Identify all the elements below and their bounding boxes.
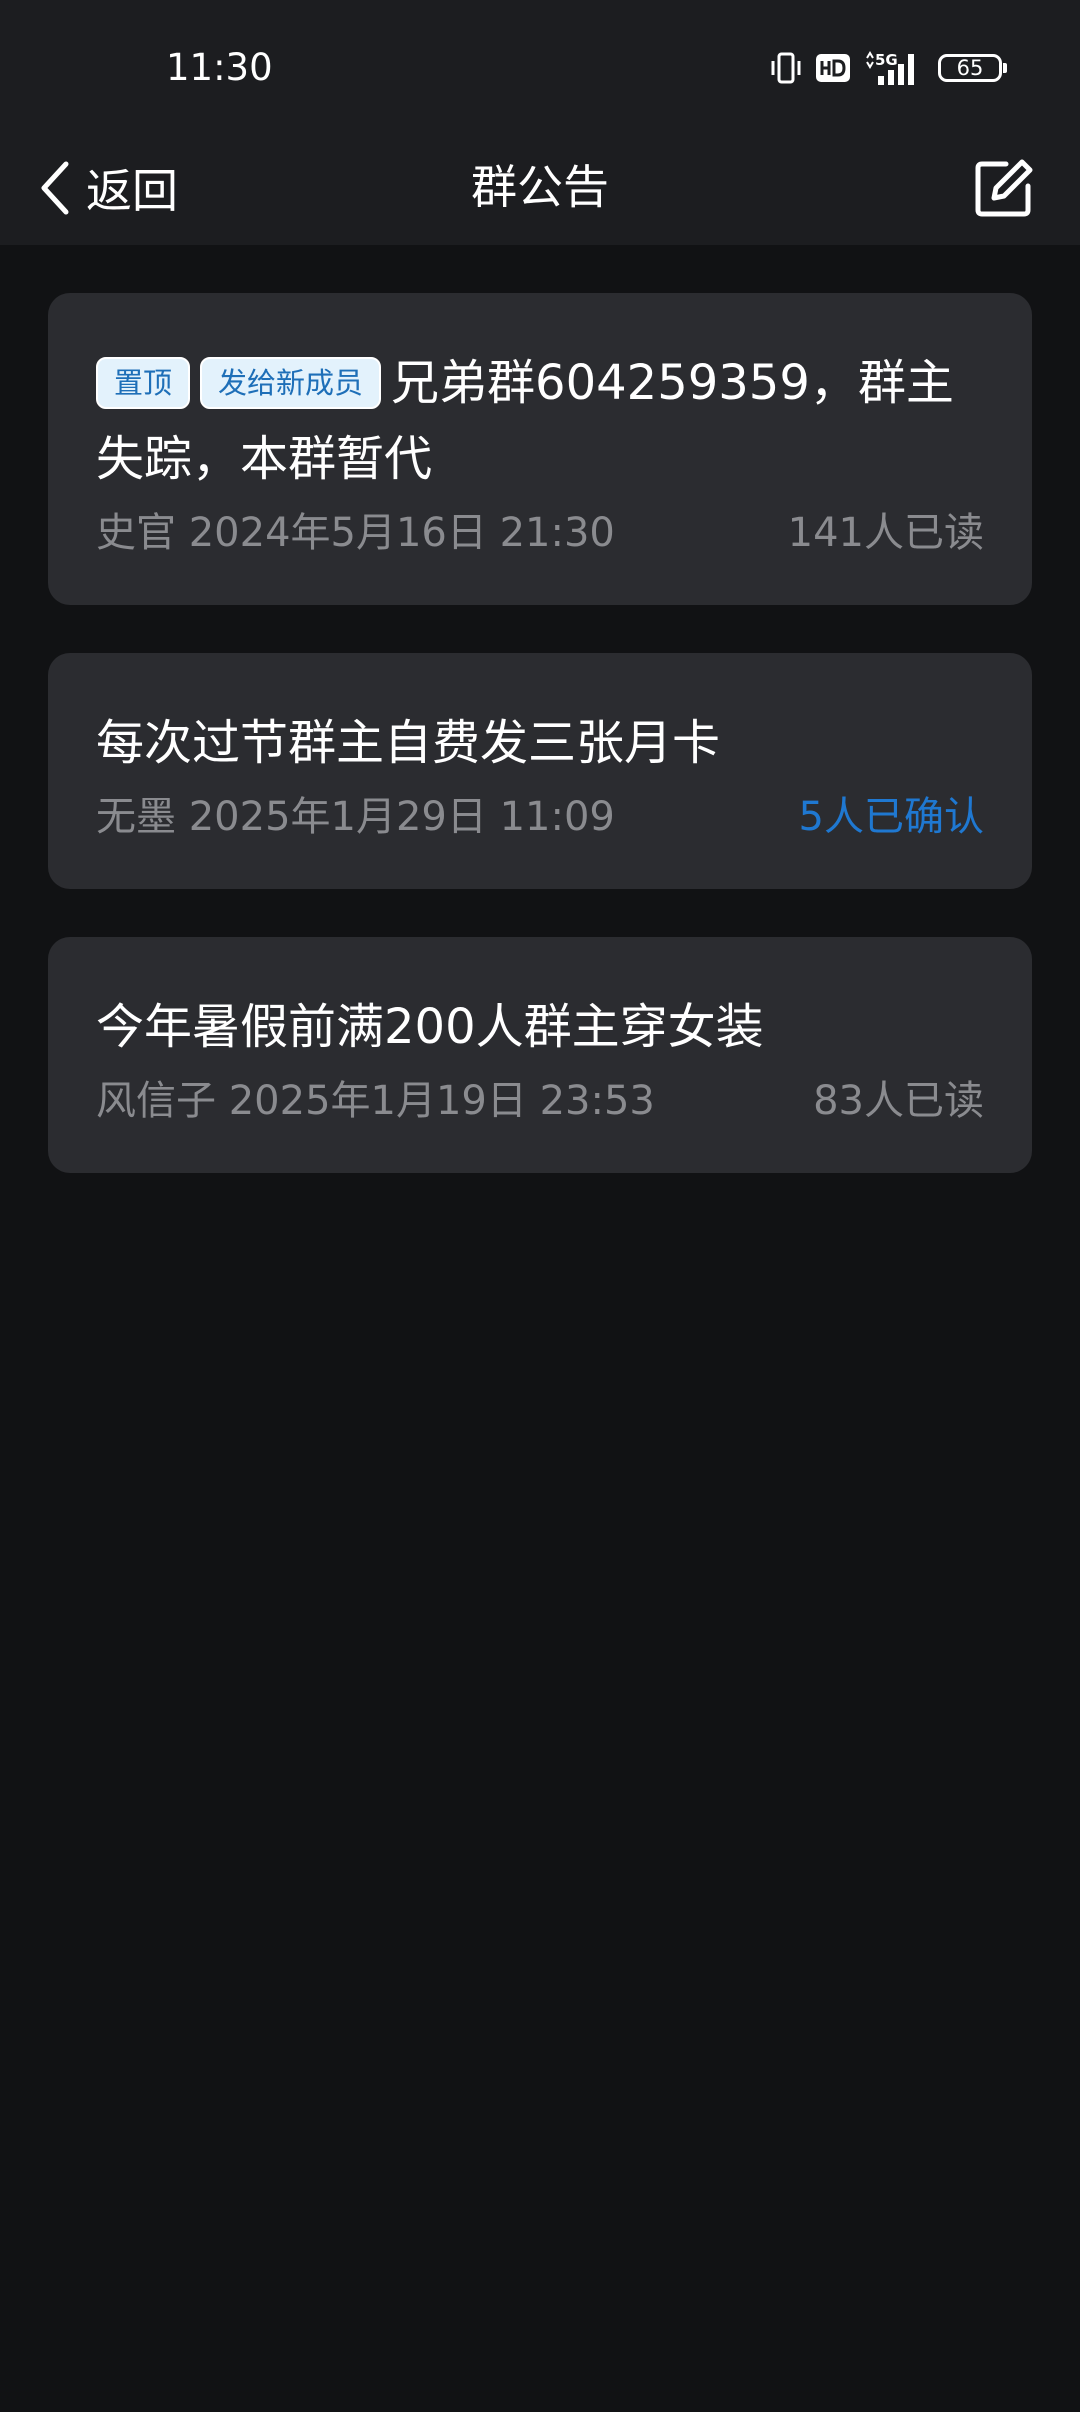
hd-icon: [816, 54, 850, 82]
back-label: 返回: [86, 164, 178, 218]
new-member-tag: 发给新成员: [200, 357, 382, 409]
announcement-author-date: 史官 2024年5月16日 21:30: [96, 505, 615, 561]
announcement-card[interactable]: 每次过节群主自费发三张月卡 无墨 2025年1月29日 11:09 5人已确认: [48, 653, 1032, 889]
status-time: 11:30: [166, 46, 273, 89]
announcement-title-line: 置顶 发给新成员 兄弟群604259359，群主失踪，本群暂代: [96, 345, 984, 497]
vibrate-icon: [771, 52, 801, 84]
announcement-title: 每次过节群主自费发三张月卡: [96, 715, 721, 771]
edit-icon: [975, 159, 1033, 217]
announcement-card[interactable]: 今年暑假前满200人群主穿女装 风信子 2025年1月19日 23:53 83人…: [48, 937, 1032, 1173]
confirm-count: 5人已确认: [798, 794, 984, 840]
announcement-title: 今年暑假前满200人群主穿女装: [96, 999, 764, 1055]
chevron-left-icon: [41, 161, 69, 215]
announcement-author-date: 风信子 2025年1月19日 23:53: [96, 1073, 655, 1129]
announcement-date: 2024年5月16日 21:30: [188, 510, 615, 556]
pinned-tag: 置顶: [96, 357, 191, 409]
battery-icon: 65: [938, 54, 1007, 82]
announcement-card[interactable]: 置顶 发给新成员 兄弟群604259359，群主失踪，本群暂代 史官 2024年5月…: [48, 293, 1032, 605]
announcement-meta: 风信子 2025年1月19日 23:53 83人已读: [96, 1073, 984, 1129]
announcement-list: 置顶 发给新成员 兄弟群604259359，群主失踪，本群暂代 史官 2024年5月…: [48, 293, 1032, 1221]
announcement-author: 史官: [96, 510, 176, 556]
announcement-author: 无墨: [96, 794, 176, 840]
read-count: 83人已读: [813, 1078, 984, 1124]
5g-signal-icon: 5G: [866, 51, 914, 85]
announcement-date: 2025年1月29日 11:09: [188, 794, 615, 840]
status-bar: 11:30 5G 65: [0, 0, 1080, 130]
edit-button[interactable]: [966, 150, 1042, 226]
announcement-meta: 史官 2024年5月16日 21:30 141人已读: [96, 505, 984, 561]
announcement-author: 风信子: [96, 1078, 216, 1124]
svg-text:5G: 5G: [875, 51, 898, 69]
nav-bar: 群公告 返回: [0, 130, 1080, 245]
status-icons: 5G 65: [770, 46, 1007, 90]
announcement-date: 2025年1月19日 23:53: [228, 1078, 655, 1124]
back-button[interactable]: 返回: [38, 148, 178, 228]
announcement-title-line: 今年暑假前满200人群主穿女装: [96, 989, 984, 1065]
announcement-author-date: 无墨 2025年1月29日 11:09: [96, 789, 615, 845]
announcement-title-line: 每次过节群主自费发三张月卡: [96, 705, 984, 781]
read-count: 141人已读: [787, 510, 984, 556]
announcement-meta: 无墨 2025年1月29日 11:09 5人已确认: [96, 789, 984, 845]
